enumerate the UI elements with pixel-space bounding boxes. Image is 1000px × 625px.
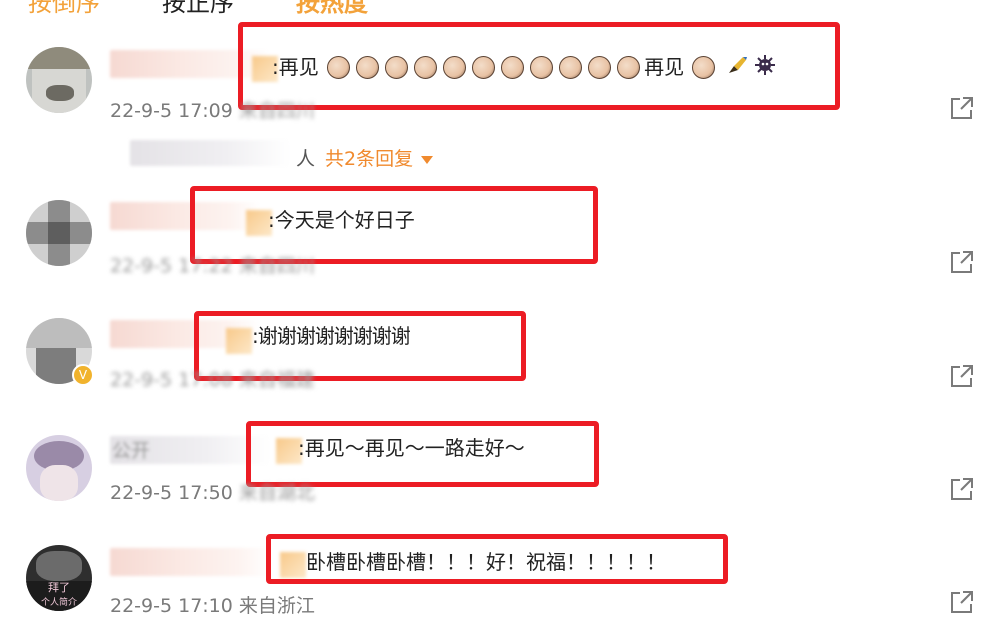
comment-meta: 22-9-5 17:08 来自福建 xyxy=(110,369,315,391)
comment-meta: 22-9-5 17:10 来自浙江 xyxy=(110,595,315,617)
avatar[interactable] xyxy=(26,47,92,113)
comment-meta: 22-9-5 17:50 来自湖北 xyxy=(110,482,315,504)
avatar[interactable] xyxy=(26,435,92,501)
tab-reverse-order[interactable]: 按倒序 xyxy=(28,0,100,18)
highlight-box xyxy=(238,22,840,110)
share-icon[interactable] xyxy=(948,248,976,276)
tab-by-popularity[interactable]: 按热度 xyxy=(296,0,368,18)
blurred-username[interactable] xyxy=(110,548,270,576)
share-icon[interactable] xyxy=(948,475,976,503)
blurred-reply-users[interactable] xyxy=(130,140,290,166)
partial-username: 公开 xyxy=(112,440,151,462)
share-icon[interactable] xyxy=(948,362,976,390)
tab-normal-order[interactable]: 按正序 xyxy=(162,0,234,18)
avatar-caption: 个人简介 xyxy=(40,598,77,608)
sort-tabs: 按倒序 按正序 按热度 xyxy=(0,0,1000,24)
caret-down-icon xyxy=(421,155,434,164)
avatar-caption: 拜了 xyxy=(48,581,70,594)
verified-badge-icon: V xyxy=(72,364,94,386)
share-icon[interactable] xyxy=(948,94,976,122)
highlight-box xyxy=(266,534,728,584)
share-icon[interactable] xyxy=(948,588,976,616)
reply-users-suffix: 人 xyxy=(296,148,316,170)
view-replies-link[interactable]: 共2条回复 xyxy=(325,144,434,171)
comment-meta: 22-9-5 17:09 来自四川 xyxy=(110,100,315,122)
avatar[interactable]: 拜了 个人简介 xyxy=(26,545,92,611)
comment-meta: 22-9-5 17:22 来自四川 xyxy=(110,255,315,277)
avatar[interactable] xyxy=(26,200,92,266)
